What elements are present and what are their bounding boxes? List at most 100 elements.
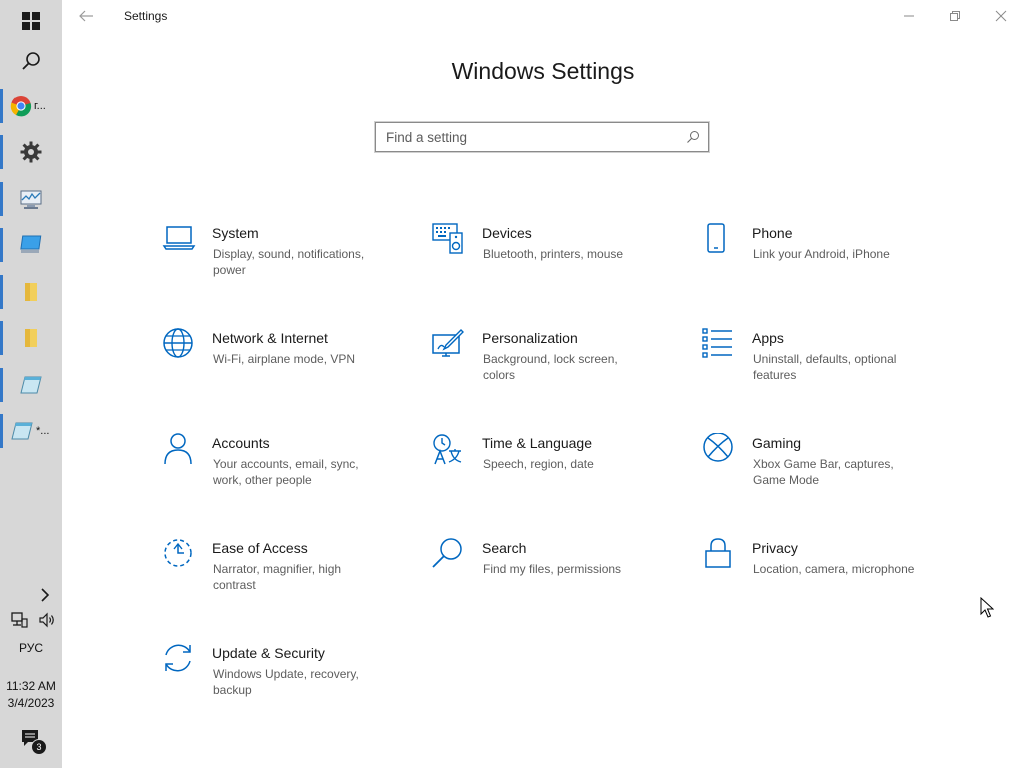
- mouse-pointer-icon: [980, 597, 994, 618]
- tile-system[interactable]: System Display, sound, notifications, po…: [162, 221, 422, 311]
- devices-icon: [432, 223, 463, 254]
- close-button[interactable]: [978, 0, 1024, 32]
- tile-apps[interactable]: Apps Uninstall, defaults, optional featu…: [702, 326, 962, 416]
- tile-description: Speech, region, date: [483, 457, 594, 471]
- notepad-icon: [20, 376, 42, 394]
- update-icon: [165, 644, 191, 672]
- tile-description: Xbox Game Bar, captures, Game Mode: [753, 457, 894, 487]
- tile-description: Display, sound, notifications, power: [213, 247, 365, 277]
- xbox-icon: [703, 433, 733, 462]
- tile-description: Bluetooth, printers, mouse: [483, 247, 624, 261]
- action-center-button[interactable]: 3: [20, 728, 48, 756]
- taskbar-app-notepad[interactable]: [0, 364, 62, 406]
- person-icon: [164, 433, 192, 465]
- tile-description: Find my files, permissions: [483, 562, 622, 576]
- volume-icon[interactable]: [38, 611, 56, 629]
- tile-title: Ease of Access: [212, 540, 308, 556]
- tile-time-language[interactable]: Time & Language Speech, region, date: [432, 431, 692, 521]
- tile-description: Your accounts, email, sync, work, other …: [213, 457, 359, 487]
- tile-title: Time & Language: [482, 435, 592, 451]
- tile-ease-of-access[interactable]: Ease of Access Narrator, magnifier, high…: [162, 536, 422, 626]
- phone-icon: [707, 223, 725, 253]
- ease-of-access-icon: [164, 539, 192, 567]
- network-icon[interactable]: [10, 611, 28, 629]
- tile-title: Accounts: [212, 435, 270, 451]
- windows-logo-icon: [22, 12, 40, 30]
- tile-title: Apps: [752, 330, 784, 346]
- taskbar-app-label: *...: [36, 425, 50, 437]
- search-icon: [432, 538, 462, 568]
- taskbar-app-settings[interactable]: [0, 131, 62, 173]
- taskbar-app-chrome[interactable]: г...: [0, 85, 62, 127]
- search-icon: [22, 52, 40, 70]
- chevron-right-icon: [41, 588, 50, 602]
- tile-network-internet[interactable]: Network & Internet Wi-Fi, airplane mode,…: [162, 326, 422, 416]
- window-title: Settings: [124, 9, 168, 23]
- taskbar-search-button[interactable]: [0, 40, 62, 82]
- tile-gaming[interactable]: Gaming Xbox Game Bar, captures, Game Mod…: [702, 431, 962, 521]
- notification-count-badge: 3: [31, 739, 47, 755]
- taskbar-app-system-monitor[interactable]: [0, 178, 62, 220]
- tile-update-security[interactable]: Update & Security Windows Update, recove…: [162, 641, 422, 731]
- taskbar-app-folder-2[interactable]: [0, 317, 62, 359]
- restore-button[interactable]: [932, 0, 978, 32]
- monitor-chart-icon: [20, 190, 42, 209]
- taskbar-app-computer[interactable]: [0, 224, 62, 266]
- tile-personalization[interactable]: Personalization Background, lock screen,…: [432, 326, 692, 416]
- time-language-icon: [433, 434, 462, 465]
- taskbar: г... *... РУС 11:32 AM 3/4/2023 3: [0, 0, 62, 768]
- tile-privacy[interactable]: Privacy Location, camera, microphone: [702, 536, 962, 626]
- title-bar[interactable]: Settings: [62, 0, 1024, 32]
- tile-title: Devices: [482, 225, 532, 241]
- page-title: Windows Settings: [451, 58, 635, 84]
- tile-description: Windows Update, recovery, backup: [213, 667, 359, 697]
- globe-icon: [163, 328, 193, 358]
- paint-icon: [432, 329, 464, 357]
- tile-devices[interactable]: Devices Bluetooth, printers, mouse: [432, 221, 692, 311]
- tile-search[interactable]: Search Find my files, permissions: [432, 536, 692, 626]
- clock-time[interactable]: 11:32 AM: [0, 679, 62, 693]
- tile-phone[interactable]: Phone Link your Android, iPhone: [702, 221, 962, 311]
- chrome-icon: [10, 96, 32, 117]
- taskbar-app-folder-1[interactable]: [0, 271, 62, 313]
- apps-list-icon: [702, 328, 732, 358]
- lock-icon: [705, 538, 731, 568]
- tile-title: Phone: [752, 225, 793, 241]
- search-icon: [687, 131, 699, 143]
- laptop-icon: [162, 226, 196, 250]
- show-hidden-icons-button[interactable]: [38, 586, 52, 604]
- taskbar-app-label: г...: [34, 100, 46, 112]
- tile-title: Search: [482, 540, 527, 556]
- settings-window: Settings Windows Settings Find a setting…: [62, 0, 1024, 768]
- search-input[interactable]: [376, 123, 676, 151]
- folder-icon: [25, 283, 37, 301]
- minimize-icon: [904, 15, 914, 17]
- tile-title: Personalization: [482, 330, 578, 346]
- clock-date[interactable]: 3/4/2023: [0, 696, 62, 710]
- notepad-icon: [11, 422, 33, 440]
- arrow-left-icon: [79, 10, 93, 22]
- start-button[interactable]: [0, 0, 62, 42]
- folder-icon: [25, 329, 37, 347]
- tile-description: Link your Android, iPhone: [753, 247, 890, 261]
- minimize-button[interactable]: [886, 0, 932, 32]
- tile-description: Location, camera, microphone: [753, 562, 915, 576]
- tile-accounts[interactable]: Accounts Your accounts, email, sync, wor…: [162, 431, 422, 521]
- tile-description: Uninstall, defaults, optional features: [753, 352, 897, 382]
- find-setting-search-box[interactable]: [374, 121, 710, 153]
- computer-icon: [20, 235, 42, 253]
- tile-title: Gaming: [752, 435, 802, 451]
- tray-icons: [10, 610, 56, 630]
- gear-icon: [20, 141, 42, 163]
- taskbar-app-notepad-2[interactable]: *...: [0, 410, 62, 452]
- restore-icon: [950, 11, 960, 21]
- tile-title: Privacy: [752, 540, 798, 556]
- tile-description: Background, lock screen, colors: [483, 352, 618, 382]
- tile-title: Network & Internet: [212, 330, 328, 346]
- tile-description: Narrator, magnifier, high contrast: [213, 562, 342, 592]
- tile-title: Update & Security: [212, 645, 325, 661]
- back-button[interactable]: [74, 4, 98, 28]
- close-icon: [995, 10, 1007, 22]
- tile-description: Wi-Fi, airplane mode, VPN: [213, 352, 356, 366]
- input-language-indicator[interactable]: РУС: [0, 641, 62, 655]
